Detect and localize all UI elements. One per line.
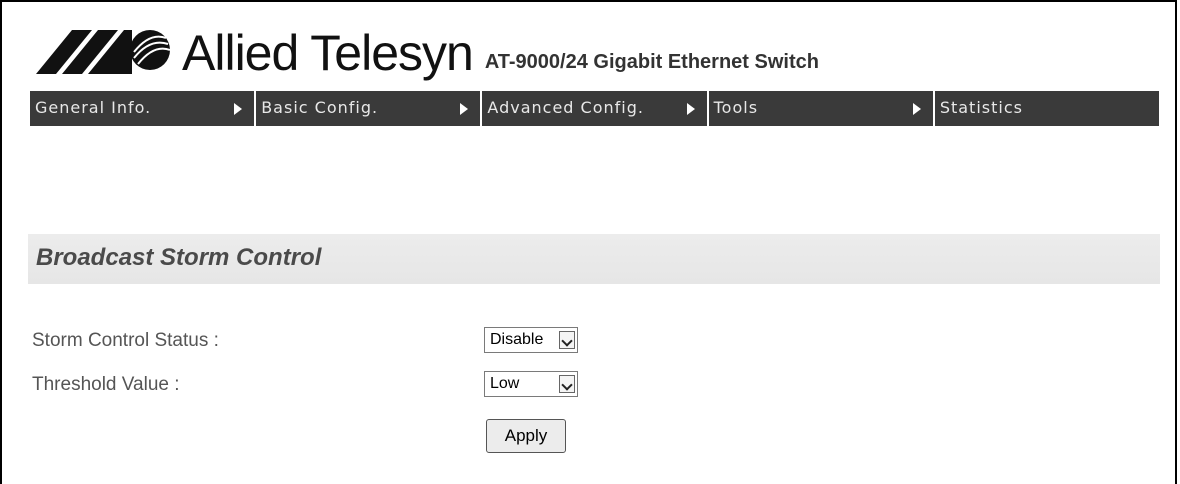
apply-button[interactable]: Apply bbox=[486, 419, 566, 453]
chevron-down-icon[interactable] bbox=[559, 331, 575, 349]
nav-item-label: Tools bbox=[713, 98, 759, 117]
section-header: Broadcast Storm Control bbox=[28, 234, 1160, 284]
nav-item-statistics[interactable]: Statistics bbox=[935, 91, 1159, 126]
nav-item-advanced-config[interactable]: Advanced Config. bbox=[482, 91, 709, 126]
storm-control-status-label: Storm Control Status : bbox=[32, 330, 219, 351]
brand-name: Allied Telesyn bbox=[182, 25, 474, 81]
threshold-value-label: Threshold Value : bbox=[32, 374, 180, 395]
arrow-right-icon bbox=[912, 103, 921, 115]
arrow-right-icon bbox=[234, 103, 243, 115]
nav-item-basic-config[interactable]: Basic Config. bbox=[256, 91, 483, 126]
product-name: AT-9000/24 Gigabit Ethernet Switch bbox=[484, 51, 819, 73]
threshold-value-value: Low bbox=[490, 375, 520, 392]
nav-item-label: Advanced Config. bbox=[487, 98, 644, 117]
main-nav: General Info. Basic Config. Advanced Con… bbox=[30, 91, 1159, 126]
nav-item-label: Basic Config. bbox=[261, 98, 379, 117]
chevron-down-icon[interactable] bbox=[559, 375, 575, 393]
arrow-right-icon bbox=[460, 103, 469, 115]
threshold-value-select[interactable]: Low bbox=[484, 371, 578, 397]
header: Allied Telesyn AT-9000/24 Gigabit Ethern… bbox=[36, 20, 819, 81]
nav-item-general-info[interactable]: General Info. bbox=[30, 91, 257, 126]
nav-item-label: General Info. bbox=[35, 98, 152, 117]
allied-telesyn-logo-icon bbox=[36, 30, 171, 74]
nav-item-tools[interactable]: Tools bbox=[709, 91, 935, 126]
nav-item-label: Statistics bbox=[939, 98, 1023, 117]
page-title: Broadcast Storm Control bbox=[36, 244, 322, 271]
storm-control-status-value: Disable bbox=[490, 331, 544, 348]
arrow-right-icon bbox=[686, 103, 695, 115]
storm-control-status-select[interactable]: Disable bbox=[484, 327, 578, 353]
